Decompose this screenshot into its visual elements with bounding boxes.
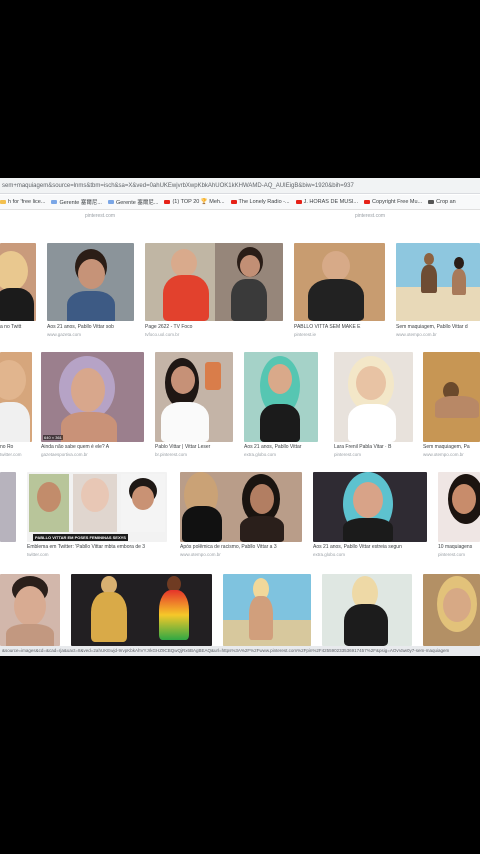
- address-bar[interactable]: sem+maquiagem&source=lnms&tbm=isch&sa=X&…: [0, 178, 480, 194]
- result-source: pinterest.com: [334, 452, 362, 457]
- result-source: tvfoco.uol.com.br: [145, 332, 180, 337]
- result-image[interactable]: [180, 472, 302, 542]
- bookmark-label: The Lonely Radio -...: [238, 199, 290, 205]
- result-caption[interactable]: no Ro: [0, 444, 32, 450]
- result-source: www.otempo.com.br: [180, 552, 221, 557]
- result-caption[interactable]: Page 2622 - TV Foco: [145, 324, 283, 330]
- result-image[interactable]: [294, 243, 385, 321]
- status-url-bar: &source=images&cd=&cad=rja&uact=8&ved=2a…: [0, 646, 480, 656]
- result-image[interactable]: [313, 472, 427, 542]
- youtube-icon: [164, 200, 171, 204]
- result-image[interactable]: 640 × 361: [41, 352, 144, 442]
- result-image[interactable]: [244, 352, 318, 442]
- result-image[interactable]: [423, 574, 480, 646]
- result-image[interactable]: [396, 243, 480, 321]
- result-caption[interactable]: Lara Frenil Pabla Vitar · B: [334, 444, 413, 450]
- result-caption[interactable]: Sem maquiagem, Pa: [423, 444, 480, 450]
- crop-icon: [428, 200, 435, 204]
- result-caption[interactable]: Após polêmica de racismo, Pabllo Vittar …: [180, 544, 302, 550]
- result-caption[interactable]: Ainda não sabe quem é ele? A: [41, 444, 144, 450]
- bookmark-item[interactable]: J. HORAS DE MUSI...: [295, 199, 358, 205]
- bookmark-item[interactable]: Crop an: [428, 199, 456, 205]
- result-caption[interactable]: PABLLO VITTA SEM MAKE E: [294, 324, 385, 330]
- result-source: twitter.com: [0, 452, 22, 457]
- bookmark-item[interactable]: Copyright Free Mu...: [364, 199, 422, 205]
- result-image[interactable]: [0, 472, 16, 542]
- result-image[interactable]: [145, 243, 283, 321]
- bookmark-label: (1) TOP 20 🏆 Meh...: [172, 199, 225, 205]
- result-source: www.otempo.com.br: [423, 452, 464, 457]
- result-image[interactable]: [0, 243, 36, 321]
- result-caption[interactable]: Aos 21 anos, Pabllo Vittar estreia segun: [313, 544, 427, 550]
- bookmarks-bar: h for 'free lice... Gerente 塞爾尼... Geren…: [0, 195, 480, 210]
- bookmark-item[interactable]: (1) TOP 20 🏆 Meh...: [164, 199, 225, 205]
- result-image[interactable]: [71, 574, 212, 646]
- youtube-icon: [230, 200, 237, 204]
- bookmark-item[interactable]: Gerente 塞爾尼...: [107, 198, 159, 206]
- result-caption[interactable]: Pablo Vittar | Vittar Leser: [155, 444, 233, 450]
- result-source: pinterest.ie: [294, 332, 317, 337]
- result-source: pinterest.com: [438, 552, 466, 557]
- result-source: extra.globo.com: [244, 452, 277, 457]
- result-source: www.otempo.com.br: [396, 332, 437, 337]
- result-caption[interactable]: Aos 21 anos, Pabllo Vittar sob: [47, 324, 134, 330]
- result-image[interactable]: [0, 574, 60, 646]
- result-source: gazetaesportiva.com.br: [41, 452, 88, 457]
- bookmark-label: Gerente 塞爾尼...: [115, 200, 159, 206]
- result-source: www.gazeta.com: [47, 332, 82, 337]
- result-image[interactable]: [223, 574, 311, 646]
- bookmark-label: Gerente 塞爾尼...: [59, 200, 102, 206]
- bookmark-icon: [51, 200, 58, 204]
- result-caption[interactable]: a no Twitt: [0, 324, 36, 330]
- browser-window: sem+maquiagem&source=lnms&tbm=isch&sa=X&…: [0, 178, 480, 656]
- result-image[interactable]: [322, 574, 412, 646]
- folder-icon: [0, 200, 6, 204]
- bookmark-label: Copyright Free Mu...: [372, 199, 423, 205]
- result-source: br.pinterest.com: [155, 452, 188, 457]
- image-size-badge: 640 × 361: [43, 435, 63, 440]
- result-image[interactable]: [334, 352, 413, 442]
- bookmark-item[interactable]: h for 'free lice...: [0, 199, 45, 205]
- result-source: pinterest.com: [355, 213, 386, 219]
- result-caption[interactable]: Sem maquiagem, Pabllo Vittar d: [396, 324, 480, 330]
- youtube-icon: [364, 200, 370, 204]
- result-caption[interactable]: Emblema em Twitter: 'Pabllo Vittar mbta …: [27, 544, 167, 550]
- result-source: twitter.com: [27, 552, 49, 557]
- result-image[interactable]: [438, 472, 480, 542]
- result-image[interactable]: [0, 352, 32, 442]
- bookmark-icon: [107, 200, 114, 204]
- bookmark-item[interactable]: The Lonely Radio -...: [230, 199, 290, 205]
- result-caption[interactable]: Aos 21 anos, Pabllo Vittar: [244, 444, 318, 450]
- result-image[interactable]: [47, 243, 134, 321]
- bookmark-label: Crop an: [436, 199, 456, 205]
- result-source: pinterest.com: [85, 213, 116, 219]
- result-image[interactable]: PABLLO VITTAR EM POSES FEMININAS SEXYS: [27, 472, 167, 542]
- youtube-icon: [295, 200, 302, 204]
- bookmark-label: h for 'free lice...: [8, 199, 46, 205]
- result-image[interactable]: [155, 352, 233, 442]
- bookmark-item[interactable]: Gerente 塞爾尼...: [51, 198, 102, 206]
- image-banner: PABLLO VITTAR EM POSES FEMININAS SEXYS: [33, 534, 128, 541]
- result-source: extra.globo.com: [313, 552, 346, 557]
- result-caption[interactable]: 10 maquiagens: [438, 544, 480, 550]
- result-image[interactable]: [423, 352, 480, 442]
- bookmark-label: J. HORAS DE MUSI...: [303, 199, 358, 205]
